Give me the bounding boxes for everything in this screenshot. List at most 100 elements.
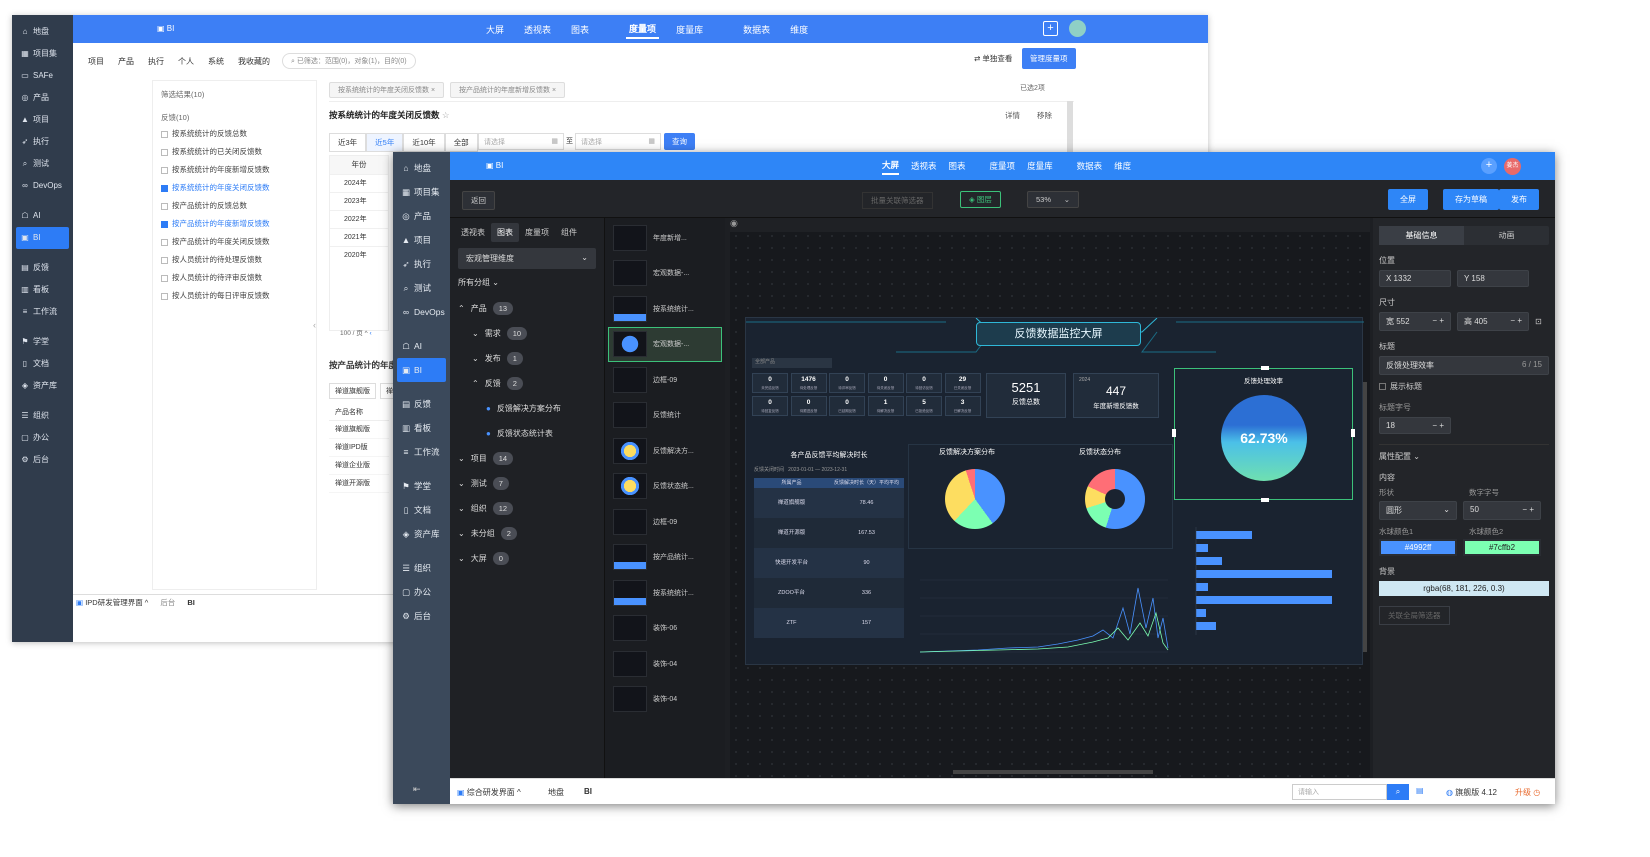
query-button[interactable]: 查询 [664, 133, 695, 150]
checkbox-icon[interactable] [161, 166, 168, 174]
tree-node[interactable]: ⌄ 未分组 2 [458, 521, 604, 546]
selected-chip[interactable]: 按系统统计的年度关闭反馈数 × [329, 82, 445, 98]
single-view-button[interactable]: ⇄ 单独查看 [974, 53, 1012, 64]
color2-picker[interactable]: #7cffb2 [1463, 539, 1541, 556]
sidebar-item[interactable]: ⚙ 后台 [12, 449, 73, 471]
chart-thumbnail[interactable]: 年度新增... [605, 220, 725, 256]
chart-thumbnail[interactable]: 装饰-04 [605, 646, 725, 682]
chart-thumbnail[interactable]: 装饰-06 [605, 611, 725, 647]
component-tab[interactable]: 度量项 [519, 223, 555, 242]
nav-item[interactable]: 大屏 [882, 157, 900, 175]
filter-tab[interactable]: 执行 [148, 56, 164, 67]
nav-item[interactable]: 透视表 [911, 160, 937, 172]
filter-tab[interactable]: 我收藏的 [238, 56, 270, 67]
chevron-down-icon[interactable]: ⌄ [472, 321, 479, 346]
metric-item[interactable]: 按系统统计的年度关闭反馈数 [161, 179, 308, 197]
chevron-down-icon[interactable]: ⌄ [458, 496, 465, 521]
sidebar-item[interactable]: ▲ 项目 [12, 109, 73, 131]
nav-item[interactable]: 透视表 [521, 21, 554, 38]
chart-thumbnail[interactable]: 宏观数据-... [605, 256, 725, 292]
filter-tab[interactable]: 系统 [208, 56, 224, 67]
chevron-down-icon[interactable]: ⌄ [458, 471, 465, 496]
chart-thumbnail[interactable]: 按系统统计... [605, 575, 725, 611]
tab-basic-info[interactable]: 基础信息 [1379, 226, 1464, 245]
sidebar-item[interactable]: ⌂ 地盘 [393, 156, 450, 180]
checkbox-icon[interactable] [161, 274, 168, 282]
sidebar-item[interactable]: ▥ 看板 [12, 279, 73, 301]
close-icon[interactable]: × [429, 87, 435, 94]
nav-item[interactable]: 度量项 [626, 20, 660, 39]
metric-item[interactable]: 按产品统计的年度关闭反馈数 [161, 233, 308, 251]
metric-item[interactable]: 按系统统计的已关闭反馈数 [161, 143, 308, 161]
dimension-select[interactable]: 宏观管理维度 ⌄ [458, 248, 596, 269]
checkbox-icon[interactable] [161, 292, 168, 300]
nav-item[interactable]: 维度 [787, 21, 811, 38]
sidebar-item[interactable]: ▥ 看板 [393, 416, 450, 440]
add-icon[interactable]: + [1481, 158, 1497, 174]
close-icon[interactable]: × [550, 87, 556, 94]
nav-item[interactable]: 图表 [949, 160, 966, 172]
component-tab[interactable]: 透视表 [455, 223, 491, 242]
avatar[interactable] [1069, 20, 1086, 37]
sidebar-item[interactable]: ⚑ 学堂 [393, 474, 450, 498]
resize-handle[interactable] [1261, 366, 1269, 370]
num-font-input[interactable]: 50 − + [1463, 501, 1541, 520]
product-tab[interactable]: 禅道旗舰版 [329, 383, 376, 399]
sidebar-item[interactable]: ▤ 反馈 [393, 392, 450, 416]
metric-item[interactable]: 按系统统计的年度新增反馈数 [161, 161, 308, 179]
batch-filter-button[interactable]: 批量关联筛选器 [862, 192, 933, 209]
chart-thumbnail[interactable]: 边框-09 [605, 362, 725, 398]
nav-item[interactable]: 数据表 [1077, 160, 1103, 172]
sidebar-item[interactable]: ☰ 组织 [393, 556, 450, 580]
sidebar-item[interactable]: ◎ 产品 [393, 204, 450, 228]
component-tab[interactable]: 组件 [555, 223, 583, 242]
publish-button[interactable]: 发布 [1499, 189, 1539, 210]
chart-thumbnail[interactable]: 反馈解决方... [605, 433, 725, 469]
chevron-down-icon[interactable]: ⌄ [458, 546, 465, 571]
sidebar-item[interactable]: ◎ 产品 [12, 87, 73, 109]
tab-animation[interactable]: 动画 [1464, 226, 1549, 245]
sidebar-item[interactable]: ∞ DevOps [393, 300, 450, 324]
chart-thumbnail[interactable]: 反馈统计 [605, 398, 725, 434]
checkbox-icon[interactable] [161, 184, 168, 192]
filter-tab[interactable]: 个人 [178, 56, 194, 67]
save-draft-button[interactable]: 存为草稿 [1443, 189, 1499, 210]
sidebar-item[interactable]: ▢ 办公 [393, 580, 450, 604]
y-input[interactable]: Y 158 [1457, 270, 1529, 287]
app-switcher[interactable]: ▣ IPD研发管理界面 ^ [76, 597, 148, 608]
date-range-filter[interactable]: 反馈关闭时间 2023-01-01 — 2023-12-31 [754, 466, 904, 473]
stepper-icon[interactable]: − + [1432, 421, 1444, 430]
sidebar-item[interactable]: ◈ 资产库 [12, 375, 73, 397]
tree-node[interactable]: ⌃ 反馈 2 [458, 371, 604, 396]
collapse-sidebar-icon[interactable]: ⇤ [413, 784, 421, 795]
range-tab[interactable]: 近10年 [403, 133, 445, 152]
chevron-left-icon[interactable]: ‹ [369, 330, 371, 337]
global-search-input[interactable]: 请输入 [1292, 784, 1387, 800]
metric-item[interactable]: 按系统统计的反馈总数 [161, 125, 308, 143]
page-size-select[interactable]: 100 / 页 ^ ‹ [340, 327, 372, 337]
start-date-input[interactable]: 请选择 ▦ [478, 133, 564, 150]
checkbox-icon[interactable] [161, 148, 168, 156]
checkbox-icon[interactable] [161, 256, 168, 264]
filter-tab[interactable]: 产品 [118, 56, 134, 67]
lock-icon[interactable]: ⊡ [1535, 317, 1542, 326]
metric-item[interactable]: 按人员统计的待评审反馈数 [161, 269, 308, 287]
title-input[interactable]: 反馈处理效率 6 / 15 [1379, 356, 1549, 375]
component-tab[interactable]: 图表 [491, 223, 519, 242]
checkbox-icon[interactable] [161, 220, 168, 228]
group-select[interactable]: 所有分组 ⌄ [458, 277, 596, 288]
chevron-up-icon[interactable]: ⌃ [472, 371, 479, 396]
sidebar-item[interactable]: ◈ 资产库 [393, 522, 450, 546]
chevron-down-icon[interactable]: ⌄ [458, 446, 465, 471]
nav-item[interactable]: 大屏 [483, 21, 507, 38]
chevron-down-icon[interactable]: ⌄ [458, 521, 465, 546]
sidebar-item[interactable]: ➶ 执行 [393, 252, 450, 276]
sidebar-item[interactable]: ⚙ 后台 [393, 604, 450, 628]
sidebar-item[interactable]: ▭ SAFe [12, 65, 73, 87]
nav-item[interactable]: 维度 [1114, 160, 1131, 172]
sidebar-item[interactable]: ≡ 工作流 [12, 301, 73, 323]
tree-node[interactable]: ⌃ 产品 13 [458, 296, 604, 321]
avatar[interactable]: 姜杰 [1504, 158, 1521, 175]
chart-thumbnail[interactable]: 按产品统计... [605, 540, 725, 576]
sidebar-item[interactable]: ▯ 文档 [393, 498, 450, 522]
